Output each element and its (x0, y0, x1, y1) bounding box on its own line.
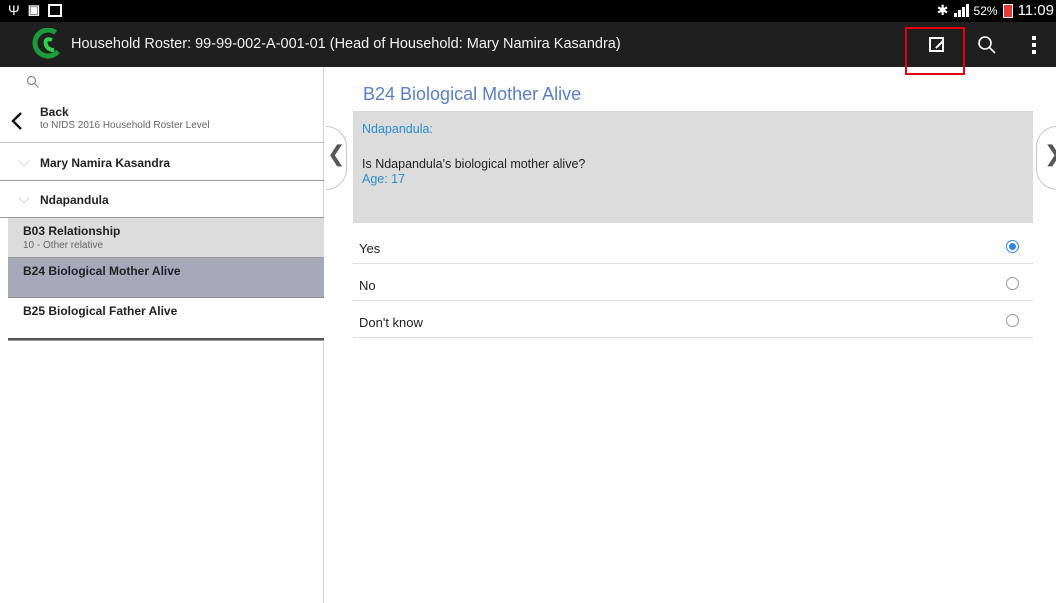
overflow-menu-icon (1032, 35, 1036, 54)
chevron-right-icon: ❯ (1044, 142, 1056, 167)
usb-icon: Ψ (8, 2, 20, 18)
question-title: B24 Biological Mother Alive (363, 84, 582, 104)
app-logo-icon (32, 28, 64, 59)
option-label: Yes (359, 241, 381, 256)
edit-icon (928, 37, 944, 52)
question-text: Is Ndapandula's biological mother alive? (362, 157, 586, 171)
status-bar: Ψ ▣ ✱ 52% 11:09 (0, 0, 1056, 22)
page-title: Household Roster: 99-99-002-A-001-01 (He… (71, 36, 621, 52)
field-item-label: B25 Biological Father Alive (23, 304, 178, 318)
field-item-b03[interactable]: B03 Relationship 10 - Other relative (8, 218, 324, 258)
tree-item-head[interactable]: Mary Namira Kasandra (0, 144, 324, 181)
tree-item-member[interactable]: Ndapandula (0, 181, 324, 218)
chevron-left-icon (11, 112, 22, 130)
option-label: No (359, 278, 376, 293)
status-right-icons: ✱ 52% 11:09 (937, 2, 1054, 19)
search-icon (978, 35, 996, 54)
tree-item-label: Ndapandula (40, 193, 109, 207)
back-button[interactable]: Back to NIDS 2016 Household Roster Level (0, 99, 324, 143)
signal-icon (953, 4, 969, 17)
option-label: Don't know (359, 315, 423, 330)
question-age: Age: 17 (362, 172, 406, 186)
search-button[interactable] (964, 22, 1010, 67)
field-item-b24[interactable]: B24 Biological Mother Alive (8, 258, 324, 298)
clock: 11:09 (1017, 2, 1054, 19)
bluetooth-icon: ✱ (936, 2, 949, 19)
option-yes[interactable]: Yes (353, 227, 1033, 264)
notification-icon: ▣ (27, 2, 40, 17)
question-person: Ndapandula: (362, 122, 433, 136)
back-sublabel: to NIDS 2016 Household Roster Level (40, 120, 210, 131)
radio-dont-know[interactable] (1006, 314, 1019, 327)
sidebar: Back to NIDS 2016 Household Roster Level… (0, 67, 324, 603)
battery-icon (1002, 3, 1013, 18)
question-panel: B24 Biological Mother Alive Ndapandula: … (324, 67, 1056, 603)
list-divider (8, 338, 324, 341)
action-bar: Household Roster: 99-99-002-A-001-01 (He… (0, 22, 1056, 67)
chevron-left-icon: ❮ (327, 142, 346, 167)
field-item-label: B24 Biological Mother Alive (23, 264, 181, 278)
back-label: Back (40, 105, 69, 119)
option-no[interactable]: No (353, 264, 1033, 301)
option-dont-know[interactable]: Don't know (353, 301, 1033, 338)
field-item-label: B03 Relationship (23, 224, 121, 238)
battery-percent: 52% (973, 3, 998, 18)
chevron-down-icon (18, 192, 30, 204)
search-icon[interactable] (26, 75, 40, 89)
screenshot-icon (48, 3, 62, 17)
edit-button[interactable] (908, 22, 964, 67)
tree-item-label: Mary Namira Kasandra (40, 156, 171, 170)
status-left-icons: Ψ ▣ (8, 2, 62, 18)
overflow-menu-button[interactable] (1014, 22, 1054, 67)
field-item-value: 10 - Other relative (23, 240, 104, 251)
chevron-down-icon (18, 155, 30, 167)
field-item-b25[interactable]: B25 Biological Father Alive (8, 298, 324, 338)
question-card: Ndapandula: Is Ndapandula's biological m… (353, 111, 1033, 223)
radio-yes[interactable] (1006, 240, 1019, 253)
radio-no[interactable] (1006, 277, 1019, 290)
